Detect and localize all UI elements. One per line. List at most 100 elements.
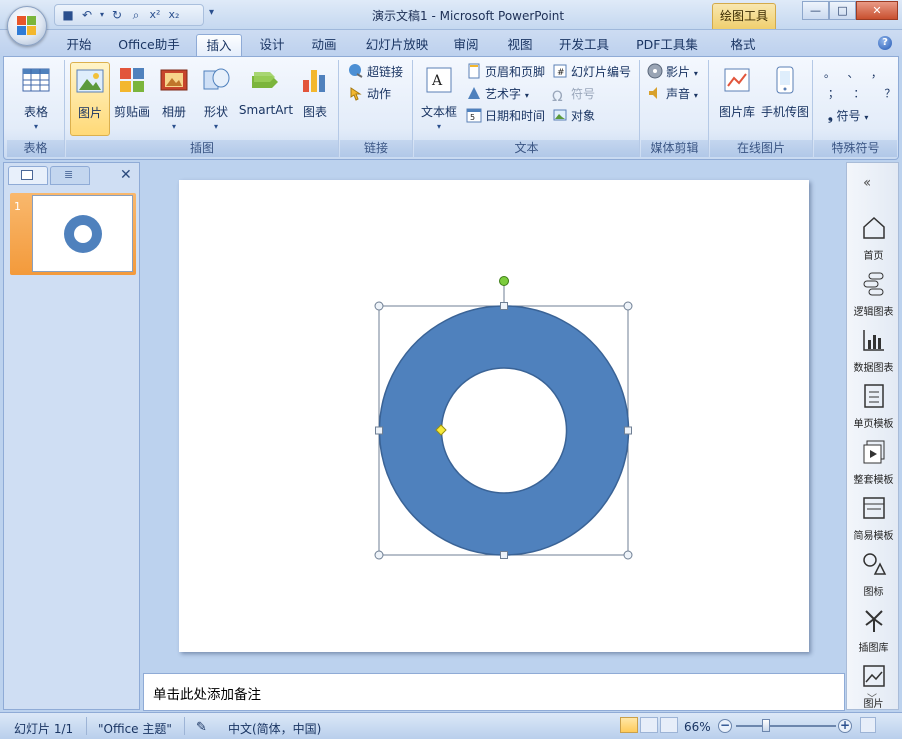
tab-view[interactable]: 视图 <box>500 34 540 56</box>
theme-status: "Office 主题" <box>98 722 172 736</box>
group-text: A 文本框 ▾ 页眉和页脚 艺术字 ▾ 5 日期和时间 # 幻灯片编号 Ω 符号 对象… <box>414 60 640 157</box>
slide-number-button[interactable]: # 幻灯片编号 <box>552 62 631 82</box>
windmill-icon <box>864 610 883 632</box>
slides-tab[interactable] <box>8 166 48 185</box>
wordart-button[interactable]: 艺术字 ▾ <box>466 84 529 104</box>
action-button[interactable]: 动作 <box>348 84 391 104</box>
resize-handle-right[interactable] <box>624 426 632 435</box>
tab-animation[interactable]: 动画 <box>304 34 344 56</box>
customize-qat-icon[interactable]: ▾ <box>209 7 214 18</box>
movie-button[interactable]: 影片 ▾ <box>647 62 698 82</box>
rb-home[interactable]: 首页 <box>847 215 900 262</box>
rb-single-page-template[interactable]: 单页模板 <box>847 383 900 430</box>
window-title: 演示文稿1 - Microsoft PowerPoint <box>372 9 565 23</box>
rb-logic-chart[interactable]: 逻辑图表 <box>847 271 900 318</box>
group-table: 表格 ▾ 表格 <box>7 60 65 157</box>
undo-dropdown-icon[interactable]: ▾ <box>98 7 106 23</box>
clipart-button[interactable]: 剪贴画 <box>112 62 152 136</box>
date-time-button[interactable]: 5 日期和时间 <box>466 106 545 126</box>
rotation-handle[interactable] <box>499 276 509 286</box>
resize-handle-top-left[interactable] <box>374 301 384 311</box>
picture-gallery-button[interactable]: 图片库 <box>714 62 760 136</box>
slide-sorter-view-button[interactable] <box>640 717 658 733</box>
close-button[interactable]: ✕ <box>856 1 898 20</box>
slide-thumbnail[interactable] <box>10 193 136 275</box>
rb-illustration-library[interactable]: 插图库 <box>847 607 900 654</box>
phone-transfer-button[interactable]: 手机传图 <box>760 62 810 136</box>
zoom-slider-track[interactable] <box>736 725 836 727</box>
photo-album-button[interactable]: 相册 ▾ <box>154 62 194 136</box>
collapse-double-chevron-icon[interactable]: ‹‹ <box>863 175 871 191</box>
outline-tab[interactable]: ≣ <box>50 166 90 185</box>
tab-slideshow[interactable]: 幻灯片放映 <box>358 34 436 56</box>
smartart-button[interactable]: SmartArt <box>238 62 294 136</box>
resize-handle-top[interactable] <box>500 302 508 310</box>
shapes-icon <box>862 553 886 575</box>
tab-format[interactable]: 格式 <box>722 34 764 56</box>
photo-album-icon <box>160 69 188 91</box>
object-icon <box>553 109 567 121</box>
language-status[interactable]: 中文(简体，中国) <box>228 720 321 737</box>
table-button[interactable]: 表格 ▾ <box>13 62 59 136</box>
picture-button[interactable]: 图片 <box>70 62 110 136</box>
symbol-chars-row-1[interactable]: 。、， <box>824 64 900 84</box>
status-bar: 幻灯片 1/1 "Office 主题" ✎ 中文(简体，中国) 66% − + <box>0 712 902 739</box>
donut-shape[interactable] <box>378 305 630 556</box>
resize-handle-left[interactable] <box>375 426 383 435</box>
speaker-icon <box>649 87 657 99</box>
slide-canvas[interactable] <box>179 180 809 652</box>
scroll-down-chevron-icon[interactable]: ﹀ <box>867 690 877 705</box>
resize-handle-top-right[interactable] <box>623 301 633 311</box>
picture-icon <box>862 665 885 687</box>
symbol-chars-row-2[interactable]: ；：？ <box>828 84 902 104</box>
special-symbol-button[interactable]: ❟ 符号 ▾ <box>828 106 868 126</box>
close-pane-icon[interactable]: ✕ <box>120 167 132 183</box>
maximize-button[interactable]: □ <box>829 1 856 20</box>
rb-data-chart[interactable]: 数据图表 <box>847 327 900 374</box>
group-label-text: 文本 <box>414 140 639 157</box>
help-icon[interactable]: ? <box>878 36 892 50</box>
rb-simple-template[interactable]: 简易模板 <box>847 495 900 542</box>
single-page-template-icon <box>863 384 884 408</box>
save-icon[interactable]: ■ <box>60 7 76 23</box>
rb-icons[interactable]: 图标 <box>847 551 900 598</box>
slideshow-view-button[interactable] <box>660 717 678 733</box>
tab-home[interactable]: 开始 <box>58 34 100 56</box>
office-button[interactable] <box>7 6 47 46</box>
zoom-slider-thumb[interactable] <box>762 719 770 732</box>
shapes-button[interactable]: 形状 ▾ <box>196 62 236 136</box>
tab-developer[interactable]: 开发工具 <box>552 34 616 56</box>
tab-review[interactable]: 审阅 <box>446 34 486 56</box>
object-button[interactable]: 对象 <box>552 106 595 126</box>
tab-office-assistant[interactable]: Office助手 <box>110 34 188 56</box>
notes-pane[interactable]: 单击此处添加备注 <box>143 673 845 711</box>
tab-insert[interactable]: 插入 <box>196 34 242 56</box>
subscript-icon[interactable]: x₂ <box>166 7 182 23</box>
resize-handle-bottom-right[interactable] <box>623 550 633 560</box>
superscript-icon[interactable]: x² <box>147 7 163 23</box>
slides-view-icon <box>21 170 33 180</box>
sound-button[interactable]: 声音 ▾ <box>647 84 698 104</box>
resize-handle-bottom-left[interactable] <box>374 550 384 560</box>
tab-pdf-tools[interactable]: PDF工具集 <box>630 34 704 56</box>
print-preview-icon[interactable]: ⌕ <box>128 7 144 23</box>
header-footer-button[interactable]: 页眉和页脚 <box>466 62 545 82</box>
group-label-illustrations: 插图 <box>66 140 338 157</box>
normal-view-button[interactable] <box>620 717 638 733</box>
group-links: 超链接 动作 链接 <box>340 60 413 157</box>
minimize-button[interactable]: — <box>802 1 829 20</box>
zoom-out-button[interactable]: − <box>718 719 732 733</box>
chart-button[interactable]: 图表 <box>296 62 334 136</box>
textbox-button[interactable]: A 文本框 ▾ <box>418 62 460 136</box>
redo-icon[interactable]: ↻ <box>109 7 125 23</box>
zoom-in-button[interactable]: + <box>838 719 852 733</box>
rb-full-template[interactable]: 整套模板 <box>847 439 900 486</box>
shapes-icon <box>203 68 230 90</box>
hyperlink-button[interactable]: 超链接 <box>348 62 403 82</box>
resize-handle-bottom[interactable] <box>500 551 508 559</box>
undo-icon[interactable]: ↶ <box>79 7 95 23</box>
zoom-level[interactable]: 66% <box>684 720 711 734</box>
tab-design[interactable]: 设计 <box>252 34 292 56</box>
spell-check-icon[interactable]: ✎ <box>196 720 207 735</box>
fit-to-window-button[interactable] <box>860 717 876 733</box>
